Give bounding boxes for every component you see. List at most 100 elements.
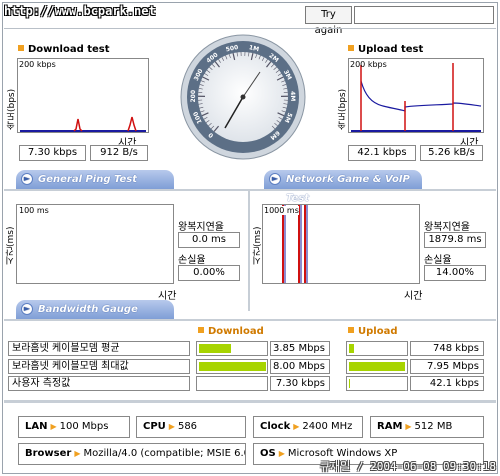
download-bar (196, 376, 268, 391)
upload-graph (348, 58, 484, 133)
header-divider (4, 28, 496, 29)
ping-rtt-value: 0.0 ms (178, 232, 240, 248)
upload-curve (360, 80, 482, 112)
bandwidth-download-header: Download (198, 326, 264, 337)
info-os-label: OS (260, 448, 276, 459)
info-clock-value: 2400 MHz (302, 421, 353, 432)
tab-general-ping-label: General Ping Test (38, 174, 138, 185)
upload-max-label: 200 kbps (350, 60, 387, 69)
info-ram: RAM ▶ 512 MB (370, 416, 484, 438)
download-bar-fill (199, 362, 266, 371)
arrow-icon: ▶ (293, 422, 300, 431)
download-value: 8.00 Mbps (270, 359, 330, 374)
bandwidth-download-header-text: Download (208, 326, 264, 337)
arrow-icon: ▶ (168, 422, 175, 431)
info-browser-label: Browser (25, 448, 72, 459)
upload-bar-fill (349, 379, 350, 388)
download-bar-fill (199, 344, 231, 353)
ping-loss-value: 0.00% (178, 265, 240, 281)
game-loss-value: 14.00% (424, 265, 486, 281)
upload-bar (346, 376, 408, 391)
vertical-divider (248, 191, 250, 311)
gauge-svg: 0100200300400500 1M2M3M4M5M6M (180, 34, 306, 160)
tab-bandwidth-label: Bandwidth Gauge (38, 304, 138, 315)
download-spike-2 (127, 116, 137, 132)
upload-speed-kbps: 42.1 kbps (348, 145, 416, 161)
upload-bar-fill (349, 344, 354, 353)
watermark-text: http://www.bcpark.net (4, 4, 156, 18)
ping-graph (16, 204, 174, 284)
info-lan: LAN ▶ 100 Mbps (18, 416, 130, 438)
game-time-label: 시간 (404, 291, 423, 302)
upload-title-text: Upload test (358, 44, 424, 55)
arrow-icon: ▶ (74, 449, 81, 458)
arrow-icon: ► (269, 173, 281, 185)
info-clock: Clock ▶ 2400 MHz (253, 416, 363, 438)
game-rtt-label: 왕복지연율 (424, 222, 470, 233)
game-rtt-value: 1879.8 ms (424, 232, 486, 248)
info-cpu-label: CPU (143, 421, 166, 432)
game-max-label: 1000 ms (264, 206, 299, 215)
upload-bar-fill (349, 362, 405, 371)
info-cpu-value: 586 (177, 421, 198, 432)
upload-bar (346, 341, 408, 356)
address-input[interactable] (354, 6, 494, 24)
section-divider-3 (4, 400, 496, 403)
download-plot (20, 116, 146, 132)
bandwidth-row-label: 보라홈넷 케이블모뎀 평균 (8, 341, 190, 356)
download-bar (196, 341, 268, 356)
tab-bandwidth-gauge[interactable]: ► Bandwidth Gauge (16, 300, 174, 319)
tab-network-game-voip-test[interactable]: ► Network Game & VoIP Test (264, 170, 422, 204)
arrow-icon: ► (21, 173, 33, 185)
upload-bar (346, 359, 408, 374)
download-graph (17, 58, 149, 133)
download-title: Download test (18, 44, 110, 55)
upload-plot (351, 63, 482, 132)
gauge-tick-label: 4M (289, 91, 296, 101)
game-loss-label: 손실율 (424, 255, 452, 266)
bandwidth-row-label: 사용자 측정값 (8, 376, 190, 391)
download-speed-kbps: 7.30 kbps (19, 145, 86, 161)
upload-value: 7.95 Mbps (410, 359, 484, 374)
info-clock-label: Clock (260, 421, 291, 432)
download-spike-1 (73, 118, 83, 132)
download-speed-bytes: 912 B/s (90, 145, 148, 161)
ping-max-label: 100 ms (19, 206, 49, 215)
try-again-button[interactable]: Try again (305, 6, 352, 36)
info-browser-value: Mozilla/4.0 (compatible; MSIE 6.0 (83, 448, 246, 459)
info-lan-value: 100 Mbps (59, 421, 109, 432)
bandwidth-upload-header: Upload (348, 326, 397, 337)
info-browser: Browser ▶ Mozilla/4.0 (compatible; MSIE 6.… (18, 443, 246, 465)
bandwidth-upload-header-text: Upload (358, 326, 398, 337)
upload-header-bullet-icon (348, 327, 354, 333)
game-graph (262, 204, 420, 284)
upload-value: 748 kbps (410, 341, 484, 356)
arrow-icon: ▶ (405, 422, 412, 431)
info-lan-label: LAN (25, 421, 48, 432)
ping-loss-label: 손실율 (178, 255, 206, 266)
upload-title: Upload test (348, 44, 423, 55)
upload-value: 42.1 kbps (410, 376, 484, 391)
download-value: 3.85 Mbps (270, 341, 330, 356)
gauge-tick-label: 200 (190, 90, 197, 103)
arrow-icon: ▶ (50, 422, 57, 431)
tab-general-ping-test[interactable]: ► General Ping Test (16, 170, 174, 189)
download-max-label: 200 kbps (19, 60, 56, 69)
game-plot (282, 205, 308, 283)
speed-gauge: 0 100 200 300 400 500 1M 2M 3M 4M 5M 6M (178, 32, 308, 162)
capture-timestamp: 큐재일 / 2004-06-08 09:30:18 (319, 460, 496, 473)
download-value: 7.30 kbps (270, 376, 330, 391)
download-bullet-icon (18, 45, 24, 51)
info-ram-label: RAM (377, 421, 403, 432)
ping-rtt-label: 왕복지연율 (178, 222, 224, 233)
arrow-icon: ► (21, 303, 33, 315)
section-divider-1 (4, 189, 496, 191)
download-bar (196, 359, 268, 374)
info-cpu: CPU ▶ 586 (136, 416, 246, 438)
section-divider-2 (4, 319, 496, 321)
upload-bullet-icon (348, 45, 354, 51)
download-title-text: Download test (28, 44, 110, 55)
arrow-icon: ▶ (278, 449, 285, 458)
gauge-hub (240, 94, 246, 100)
bandwidth-row-label: 보라홈넷 케이블모뎀 최대값 (8, 359, 190, 374)
